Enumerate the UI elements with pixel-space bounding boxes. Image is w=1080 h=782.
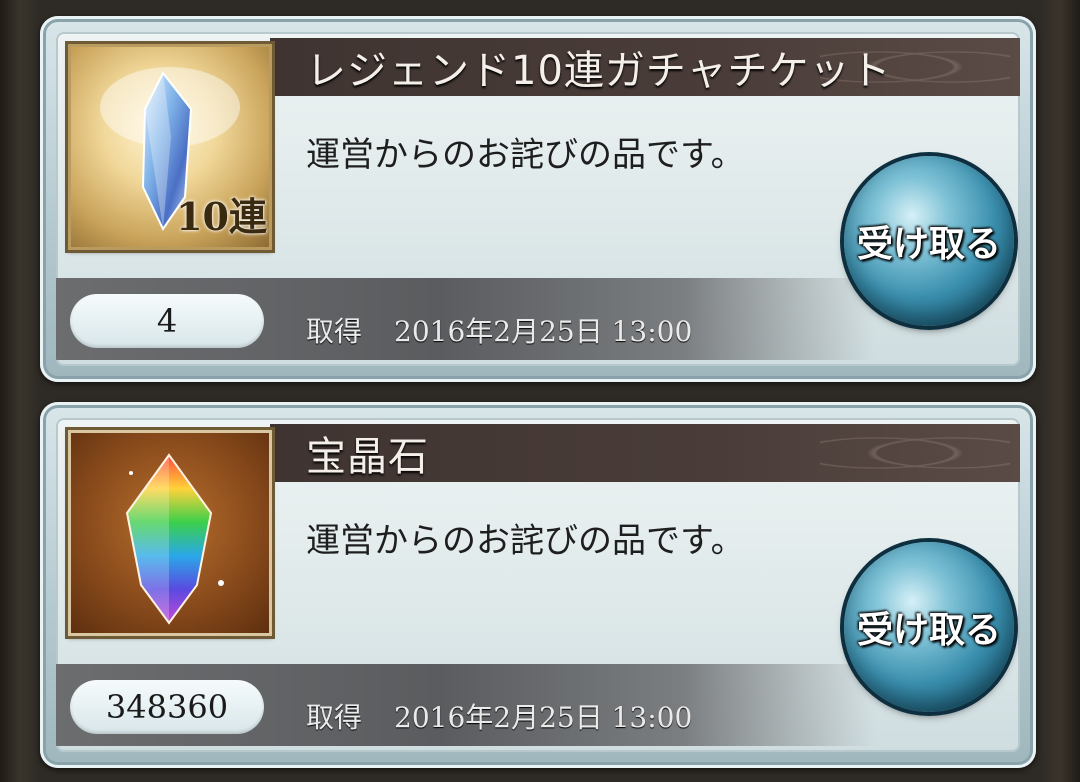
claim-button[interactable]: 受け取る: [844, 156, 1014, 326]
claim-button-label: 受け取る: [856, 610, 1001, 651]
claim-button[interactable]: 受け取る: [844, 542, 1014, 712]
ornament-decoration: [820, 428, 1010, 478]
gift-card: レジェンド10連ガチャチケット 運営からのお詫びの品です。 4 取得 2016年…: [40, 16, 1036, 382]
gift-thumbnail: [68, 430, 272, 636]
thumbnail-badge: 10連: [176, 194, 267, 239]
gift-title: レジェンド10連ガチャチケット: [306, 48, 892, 94]
gift-count: 348360: [70, 680, 264, 734]
gift-count: 4: [70, 294, 264, 348]
gift-card-body: レジェンド10連ガチャチケット 運営からのお詫びの品です。 4 取得 2016年…: [56, 32, 1020, 366]
claim-button-label: 受け取る: [856, 224, 1001, 265]
gift-title: 宝晶石: [306, 434, 429, 480]
acquired-date: 2016年2月25日 13:00: [394, 315, 693, 348]
gift-card: 宝晶石 運営からのお詫びの品です。 348360 取得 2016年2月25日 1…: [40, 402, 1036, 768]
acquired-label: 取得: [306, 701, 363, 734]
gift-card-body: 宝晶石 運営からのお詫びの品です。 348360 取得 2016年2月25日 1…: [56, 418, 1020, 752]
rainbow-crystal-icon: [125, 453, 224, 625]
gift-thumbnail: 10連: [68, 44, 272, 250]
acquired-label: 取得: [306, 315, 363, 348]
gift-description: 運営からのお詫びの品です。: [306, 135, 745, 175]
gift-description: 運営からのお詫びの品です。: [306, 521, 745, 561]
acquired-date: 2016年2月25日 13:00: [394, 701, 693, 734]
